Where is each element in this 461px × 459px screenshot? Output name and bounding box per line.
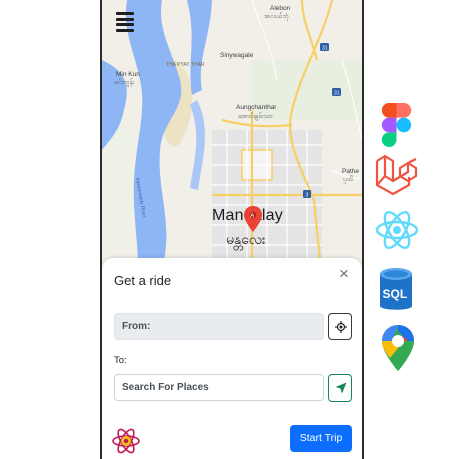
react-logo-icon [111,428,141,454]
map-graphic[interactable]: 31 31 3 Ayeyarwady River [102,0,362,300]
place-min-kun: Min Kun [116,71,140,78]
city-name-local: မန္တလေး [226,231,266,247]
place-alebon-local: အလယ်ဘုံ [264,13,289,20]
road-shield-3: 3 [306,193,309,199]
svg-text:A: A [250,214,254,220]
sql-icon-label: SQL [383,287,408,301]
destination-search-input[interactable]: Search For Places [114,374,324,401]
current-location-button[interactable] [328,313,352,340]
place-pathein-local: ပုသိ [343,176,353,183]
from-field[interactable]: From: [114,313,324,340]
start-trip-button[interactable]: Start Trip [290,425,352,452]
laravel-icon [374,153,418,197]
place-sinywagale: Sinywagale [220,52,254,59]
road-shield-31-a: 31 [322,46,328,52]
place-aungchanthar: Aungchanthar [236,104,277,111]
ride-bottom-sheet: Get a ride × From: To: Search For Places [102,258,362,459]
screenshot-canvas: 31 31 3 Ayeyarwady River Alebon အလယ်ဘုံ … [0,0,461,459]
place-aungchanthar-local: အောင်ချမ်းသာ [238,113,273,120]
hamburger-menu-icon[interactable] [116,12,134,32]
figma-icon [380,103,413,147]
react-icon [374,208,420,252]
place-tha-pyay-thar: THA PYAY THAR [166,62,205,68]
sql-server-icon: SQL [378,266,414,314]
to-label: To: [114,355,127,366]
phone-frame: 31 31 3 Ayeyarwady River Alebon အလယ်ဘုံ … [100,0,364,459]
google-maps-icon [382,325,414,371]
navigation-arrow-icon [335,382,347,394]
close-icon[interactable]: × [336,265,352,282]
sheet-title: Get a ride [114,273,172,288]
crosshair-icon [335,321,347,333]
place-pathein: Pathe [342,168,359,175]
place-alebon: Alebon [270,5,291,12]
road-shield-31-b: 31 [334,91,340,97]
place-min-kun-local: မင်းကွန်း [114,79,135,86]
map-view[interactable]: 31 31 3 Ayeyarwady River Alebon အလယ်ဘုံ … [102,0,362,300]
navigate-button[interactable] [328,374,352,402]
map-marker-icon[interactable]: A [244,206,262,232]
